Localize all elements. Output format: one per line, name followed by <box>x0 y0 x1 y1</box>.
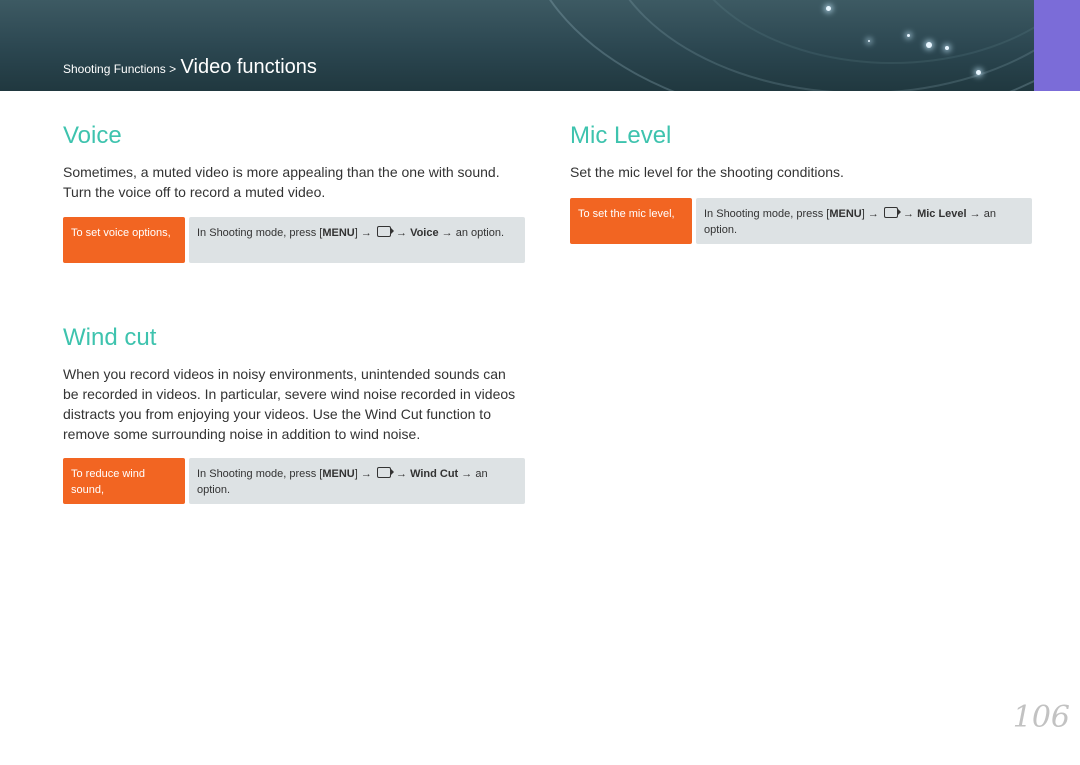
mic-level-instruction: In Shooting mode, press [MENU] → → Mic L… <box>696 198 1032 244</box>
video-mode-icon <box>376 467 394 478</box>
voice-heading: Voice <box>63 122 122 149</box>
instruction-text: ] → <box>354 227 372 239</box>
mic-level-heading: Mic Level <box>570 122 672 149</box>
wind-cut-label: To reduce wind sound, <box>63 458 185 504</box>
option-name: Wind Cut <box>410 468 459 480</box>
mic-level-label: To set the mic level, <box>570 198 692 244</box>
video-mode-icon <box>883 207 901 218</box>
instruction-text: → an option. <box>441 227 505 239</box>
voice-label: To set voice options, <box>63 217 185 263</box>
sparkle-icon <box>945 46 949 50</box>
sparkle-icon <box>907 34 910 37</box>
arrow: → <box>396 227 407 239</box>
instruction-text: ] → <box>861 208 879 220</box>
menu-key: MENU <box>829 208 862 220</box>
menu-key: MENU <box>322 468 355 480</box>
sparkle-icon <box>826 6 831 11</box>
menu-key: MENU <box>322 227 355 239</box>
video-mode-icon <box>376 226 394 237</box>
wind-cut-description: When you record videos in noisy environm… <box>63 366 516 442</box>
breadcrumb-current: Video functions <box>180 56 317 78</box>
breadcrumb: Shooting Functions > Video functions <box>63 56 317 79</box>
voice-instruction: In Shooting mode, press [MENU] → → Voice… <box>189 217 525 263</box>
mic-level-description: Set the mic level for the shooting condi… <box>570 164 844 180</box>
sparkle-icon <box>868 40 870 42</box>
arrow: → <box>903 208 914 220</box>
page-number: 106 <box>1012 700 1070 735</box>
voice-description: Sometimes, a muted video is more appeali… <box>63 164 500 200</box>
section-tab[interactable] <box>1034 0 1080 91</box>
wind-cut-heading: Wind cut <box>63 324 157 351</box>
instruction-text: In Shooting mode, press [ <box>197 227 323 239</box>
wind-cut-instruction: In Shooting mode, press [MENU] → → Wind … <box>189 458 525 504</box>
arrow: → <box>396 468 407 480</box>
instruction-text: ] → <box>354 468 372 480</box>
breadcrumb-parent: Shooting Functions > <box>63 62 177 76</box>
option-name: Mic Level <box>917 208 967 220</box>
header-banner: Shooting Functions > Video functions <box>0 0 1080 91</box>
sparkle-icon <box>926 42 932 48</box>
instruction-text: In Shooting mode, press [ <box>704 208 830 220</box>
option-name: Voice <box>410 227 439 239</box>
instruction-text: In Shooting mode, press [ <box>197 468 323 480</box>
sparkle-icon <box>976 70 981 75</box>
